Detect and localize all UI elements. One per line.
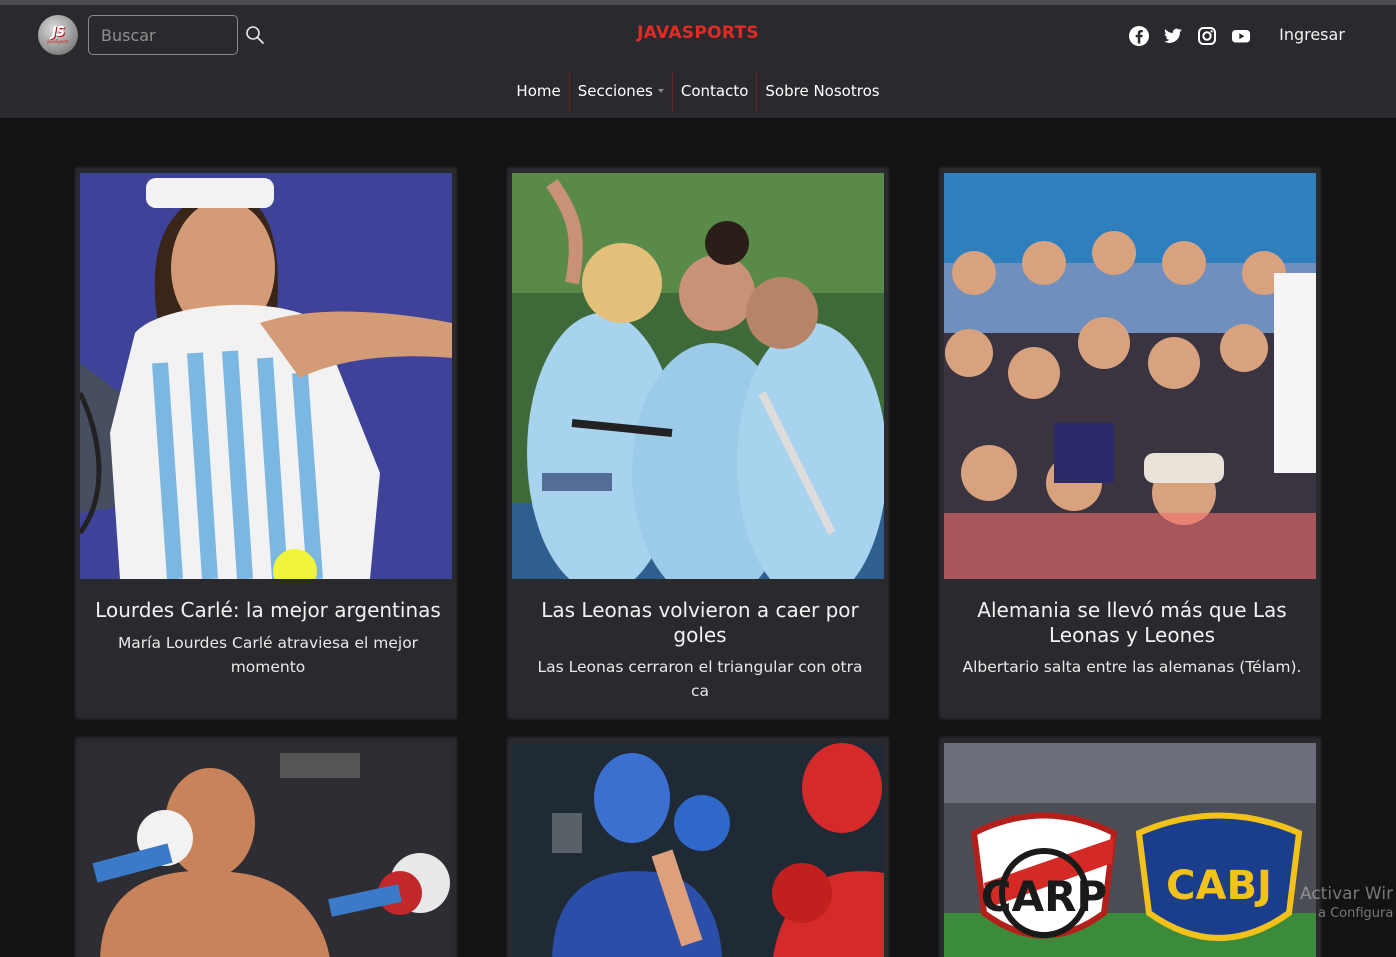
search-icon[interactable] <box>245 25 265 45</box>
card-image-tennis-player[interactable] <box>80 173 452 579</box>
logo-subtext: JavaSports <box>47 39 69 44</box>
news-card[interactable] <box>506 736 890 957</box>
card-image-river-boca-crests[interactable]: CARP CABJ <box>944 743 1316 957</box>
card-image-hockey-celebration[interactable] <box>512 173 884 579</box>
chevron-down-icon <box>657 89 664 93</box>
card-title[interactable]: Alemania se llevó más que Las Leonas y L… <box>950 598 1314 648</box>
nav-item-secciones-dropdown[interactable]: Secciones <box>570 71 672 111</box>
youtube-icon[interactable] <box>1230 25 1252 47</box>
site-header: JS JavaSports JAVASPORTS Ingresar Home S… <box>0 5 1396 118</box>
site-brand-title[interactable]: JAVASPORTS <box>598 23 798 43</box>
card-image-amateur-boxing[interactable] <box>512 743 884 957</box>
card-title[interactable]: Lourdes Carlé: la mejor argentinas <box>86 598 450 623</box>
login-button[interactable]: Ingresar <box>1266 15 1358 53</box>
site-logo[interactable]: JS JavaSports <box>38 15 78 55</box>
card-description: Albertario salta entre las alemanas (Tél… <box>962 658 1302 676</box>
card-description: Las Leonas cerraron el triangular con ot… <box>537 658 863 700</box>
main-navbar: Home Secciones Contacto Sobre Nosotros <box>0 71 1396 111</box>
news-card[interactable]: CARP CABJ <box>938 736 1322 957</box>
news-card[interactable]: Lourdes Carlé: la mejor argentinas María… <box>74 166 458 720</box>
nav-item-label: Secciones <box>577 82 653 100</box>
nav-item-contacto[interactable]: Contacto <box>673 71 757 111</box>
watermark-line-1: Activar Wir <box>1300 884 1394 904</box>
nav-item-home[interactable]: Home <box>508 71 568 111</box>
news-card[interactable] <box>74 736 458 957</box>
card-title[interactable]: Las Leonas volvieron a caer por goles <box>518 598 882 648</box>
card-description: María Lourdes Carlé atraviesa el mejor m… <box>117 634 419 676</box>
nav-item-sobre-nosotros[interactable]: Sobre Nosotros <box>757 71 887 111</box>
svg-text:CARP: CARP <box>981 872 1107 921</box>
instagram-icon[interactable] <box>1196 25 1218 47</box>
watermark-line-2: a Configura <box>1318 906 1394 921</box>
twitter-icon[interactable] <box>1162 25 1184 47</box>
os-activation-watermark: Activar Wir a Configura <box>1300 884 1393 921</box>
facebook-icon[interactable] <box>1128 25 1150 47</box>
card-image-boxer[interactable] <box>80 743 452 957</box>
news-card[interactable]: Las Leonas volvieron a caer por goles La… <box>506 166 890 720</box>
logo-text: JS <box>51 25 65 40</box>
svg-text:CABJ: CABJ <box>1166 863 1272 909</box>
search-input[interactable] <box>88 15 238 55</box>
news-card[interactable]: Alemania se llevó más que Las Leonas y L… <box>938 166 1322 720</box>
card-image-fans-crowd[interactable] <box>944 173 1316 579</box>
